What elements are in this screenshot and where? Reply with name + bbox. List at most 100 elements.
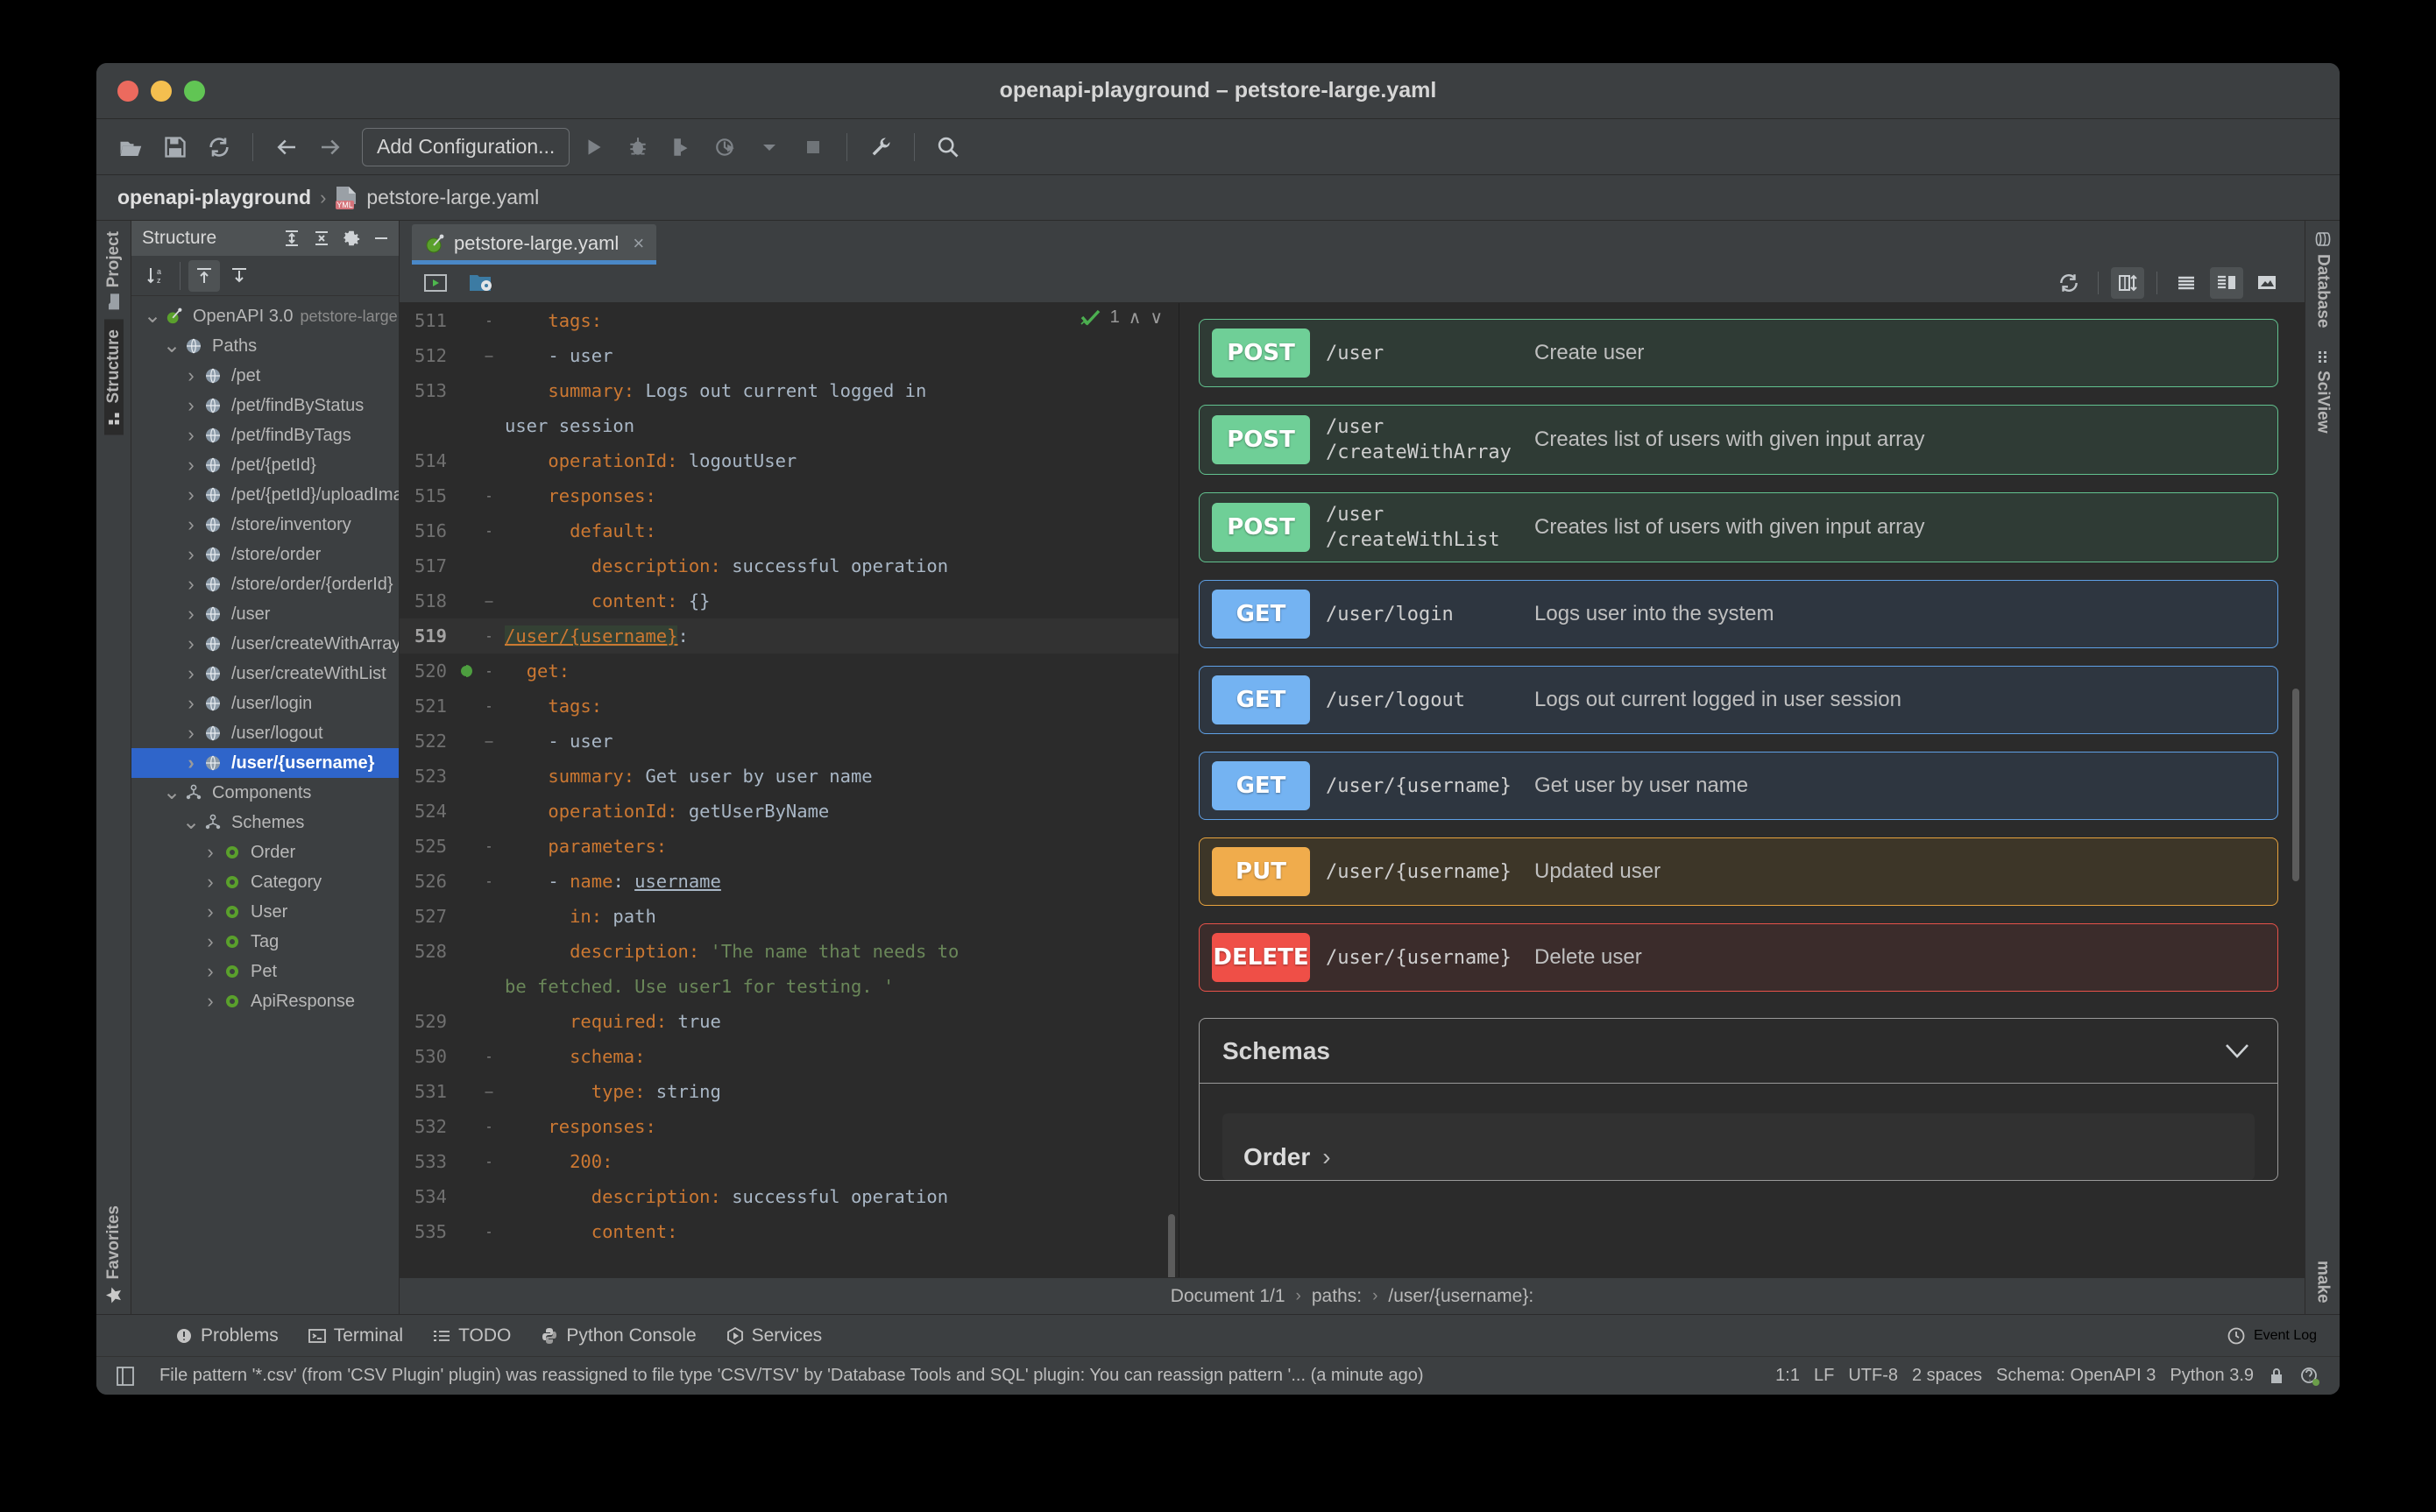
structure-tree-item[interactable]: › Order	[131, 837, 399, 867]
structure-tree-item[interactable]: ⌄ OpenAPI 3.0 petstore-large.yaml	[131, 301, 399, 331]
wrench-icon[interactable]	[861, 128, 900, 166]
code-line[interactable]: 517 description: successful operation	[400, 548, 1179, 583]
fold-toggle[interactable]: -	[478, 654, 499, 689]
search-icon[interactable]	[929, 128, 967, 166]
bottom-tool-tab[interactable]: Services	[726, 1325, 822, 1346]
code-line[interactable]: 532 - responses:	[400, 1109, 1179, 1144]
chevron-right-icon[interactable]: ›	[1322, 1143, 1330, 1171]
code-line[interactable]: 514 operationId: logoutUser	[400, 443, 1179, 478]
fold-toggle[interactable]: -	[478, 689, 499, 724]
chevron-down-icon[interactable]: ⌄	[181, 812, 202, 833]
list-view-icon[interactable]	[2170, 267, 2203, 299]
sort-alphabetically-icon[interactable]: az	[140, 260, 172, 292]
preview-scrollbar[interactable]	[2292, 689, 2299, 881]
fold-toggle[interactable]: –	[478, 1074, 499, 1109]
bottom-tool-tab[interactable]: Problems	[175, 1325, 279, 1346]
structure-tree-item[interactable]: › Category	[131, 867, 399, 897]
bottom-tool-tab[interactable]: Python Console	[541, 1325, 697, 1346]
sync-icon[interactable]	[200, 128, 238, 166]
structure-tree-item[interactable]: › ApiResponse	[131, 986, 399, 1016]
code-line[interactable]: 511 - tags:	[400, 303, 1179, 338]
chevron-right-icon[interactable]: ›	[181, 394, 202, 417]
chevron-right-icon[interactable]: ›	[181, 603, 202, 625]
inspection-level-icon[interactable]	[2299, 1366, 2320, 1387]
code-line[interactable]: 523 summary: Get user by user name	[400, 759, 1179, 794]
openapi-view-icon[interactable]	[464, 267, 498, 299]
run-with-coverage-icon[interactable]	[662, 128, 701, 166]
breadcrumb-file[interactable]: petstore-large.yaml	[366, 186, 539, 209]
doc-current-crumb[interactable]: /user/{username}:	[1388, 1286, 1533, 1307]
chevron-right-icon[interactable]: ›	[200, 960, 221, 983]
expand-all-icon[interactable]	[280, 226, 304, 251]
code-line[interactable]: 534 description: successful operation	[400, 1179, 1179, 1214]
structure-tree-item[interactable]: › /pet/{petId}	[131, 450, 399, 480]
fold-toggle[interactable]: –	[478, 583, 499, 618]
event-log-button[interactable]: Event Log	[2227, 1326, 2340, 1346]
profile-icon[interactable]	[706, 128, 745, 166]
open-folder-icon[interactable]	[112, 128, 151, 166]
close-window-button[interactable]	[117, 80, 138, 102]
structure-tree-item[interactable]: › /user/createWithArray	[131, 629, 399, 659]
chevron-right-icon[interactable]: ›	[181, 484, 202, 506]
code-line[interactable]: 518 – content: {}	[400, 583, 1179, 618]
fold-toggle[interactable]: -	[478, 864, 499, 899]
structure-tree-item[interactable]: › Tag	[131, 927, 399, 957]
endpoint-card[interactable]: POST/user /createWithArray Creates list o…	[1199, 405, 2278, 475]
inspection-prev-button[interactable]: ∧	[1129, 307, 1142, 329]
run-configuration-selector[interactable]: Add Configuration...	[362, 127, 570, 166]
run-icon[interactable]	[575, 128, 613, 166]
chevron-right-icon[interactable]: ›	[181, 573, 202, 596]
endpoint-card[interactable]: PUT/user/{username} Updated user	[1199, 837, 2278, 906]
code-line[interactable]: 526 - - name: username	[400, 864, 1179, 899]
doc-paths-crumb[interactable]: paths:	[1312, 1286, 1362, 1307]
code-line[interactable]: 520 - get:	[400, 654, 1179, 689]
fold-toggle[interactable]: -	[478, 478, 499, 513]
inspections-widget[interactable]: 1 ∧ ∨	[1080, 307, 1163, 329]
fold-toggle[interactable]: -	[478, 618, 499, 654]
structure-tree-item[interactable]: › /user	[131, 599, 399, 629]
fold-toggle[interactable]: -	[478, 303, 499, 338]
openapi-preview[interactable]: POST/user Create user POST/user /createWit…	[1179, 303, 2305, 1277]
status-message[interactable]: File pattern '*.csv' (from 'CSV Plugin' …	[159, 1366, 1761, 1386]
chevron-right-icon[interactable]: ›	[200, 901, 221, 923]
caret-position[interactable]: 1:1	[1775, 1366, 1800, 1386]
save-icon[interactable]	[156, 128, 195, 166]
structure-tree-item[interactable]: › /pet	[131, 361, 399, 391]
code-line[interactable]: 530 - schema:	[400, 1039, 1179, 1074]
structure-tree-item[interactable]: › User	[131, 897, 399, 927]
chevron-right-icon[interactable]: ›	[200, 930, 221, 953]
split-view-icon[interactable]	[2210, 266, 2243, 299]
indent-setting[interactable]: 2 spaces	[1912, 1366, 1982, 1386]
chevron-right-icon[interactable]: ›	[181, 543, 202, 566]
stop-icon[interactable]	[794, 128, 832, 166]
python-interpreter[interactable]: Python 3.9	[2170, 1366, 2254, 1386]
tab-petstore-large-yaml[interactable]: petstore-large.yaml ×	[412, 224, 657, 265]
structure-tree-item[interactable]: ⌄ Paths	[131, 331, 399, 361]
code-line[interactable]: 535 - content:	[400, 1214, 1179, 1249]
editor-settings-icon[interactable]	[116, 1366, 135, 1387]
endpoint-card[interactable]: POST/user Create user	[1199, 319, 2278, 387]
structure-tree-item[interactable]: ⌄ Schemes	[131, 808, 399, 837]
endpoint-card[interactable]: POST/user /createWithList Creates list of…	[1199, 492, 2278, 562]
lock-icon[interactable]	[2268, 1366, 2285, 1387]
structure-tree-item[interactable]: › /user/createWithList	[131, 659, 399, 689]
chevron-down-icon[interactable]	[2220, 1040, 2255, 1063]
autoscroll-to-source-icon[interactable]	[223, 260, 255, 292]
structure-tree-item[interactable]: › /user/login	[131, 689, 399, 718]
autoscroll-from-source-icon[interactable]	[188, 259, 220, 292]
code-line[interactable]: 512 – - user	[400, 338, 1179, 373]
code-line[interactable]: 529 required: true	[400, 1004, 1179, 1039]
back-arrow-icon[interactable]	[267, 128, 306, 166]
file-encoding[interactable]: UTF-8	[1848, 1366, 1898, 1386]
code-line[interactable]: 524 operationId: getUserByName	[400, 794, 1179, 829]
fit-width-icon[interactable]	[2111, 266, 2144, 299]
structure-tree[interactable]: ⌄ OpenAPI 3.0 petstore-large.yaml ⌄ Paths › /p…	[131, 296, 399, 1314]
endpoint-card[interactable]: GET/user/{username} Get user by user name	[1199, 752, 2278, 820]
fold-toggle[interactable]: -	[478, 1109, 499, 1144]
fold-toggle[interactable]: –	[478, 724, 499, 759]
chevron-down-icon[interactable]: ⌄	[161, 336, 182, 357]
chevron-right-icon[interactable]: ›	[181, 722, 202, 745]
chevron-right-icon[interactable]: ›	[181, 513, 202, 536]
schema-item-order[interactable]: Order ›	[1222, 1113, 2255, 1180]
code-line[interactable]: 522 – - user	[400, 724, 1179, 759]
